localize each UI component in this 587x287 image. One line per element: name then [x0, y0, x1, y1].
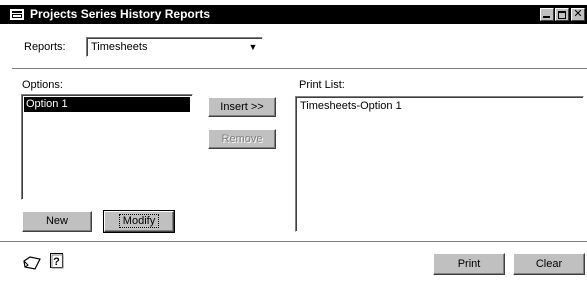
footer-divider	[0, 241, 587, 243]
notes-icon[interactable]	[22, 255, 42, 271]
clear-button[interactable]: Clear	[513, 253, 585, 275]
print-list[interactable]: Timesheets-Option 1	[295, 96, 584, 232]
reports-dropdown[interactable]: Timesheets ▼	[86, 37, 263, 57]
window-title: Projects Series History Reports	[30, 7, 211, 21]
reports-value: Timesheets	[91, 41, 148, 53]
new-button[interactable]: New	[22, 211, 92, 232]
print-list-label: Print List:	[299, 79, 345, 91]
modify-button-label: Modify	[118, 214, 160, 228]
remove-button-label: Remove	[221, 133, 263, 145]
options-list[interactable]: Option 1	[21, 94, 193, 200]
clear-button-label: Clear	[535, 258, 563, 270]
window-icon	[10, 9, 24, 20]
report-window: Projects Series History Reports ✕ Report…	[0, 0, 587, 287]
help-icon[interactable]: ?	[50, 253, 64, 269]
maximize-button[interactable]	[555, 8, 569, 21]
title-bar[interactable]: Projects Series History Reports ✕	[0, 5, 587, 24]
print-button[interactable]: Print	[433, 253, 505, 275]
new-button-label: New	[45, 215, 68, 227]
options-label: Options:	[22, 79, 63, 91]
reports-label: Reports:	[24, 41, 66, 53]
close-button[interactable]: ✕	[571, 8, 585, 21]
insert-button[interactable]: Insert >>	[208, 97, 276, 117]
chevron-down-icon[interactable]: ▼	[246, 40, 260, 54]
insert-button-label: Insert >>	[220, 101, 264, 113]
modify-button[interactable]: Modify	[103, 210, 175, 233]
top-divider	[12, 68, 587, 70]
list-item[interactable]: Timesheets-Option 1	[298, 99, 581, 114]
svg-text:?: ?	[53, 256, 60, 268]
minimize-button[interactable]	[540, 8, 554, 21]
print-button-label: Print	[457, 258, 481, 270]
remove-button[interactable]: Remove	[208, 129, 276, 149]
list-item[interactable]: Option 1	[24, 97, 190, 112]
